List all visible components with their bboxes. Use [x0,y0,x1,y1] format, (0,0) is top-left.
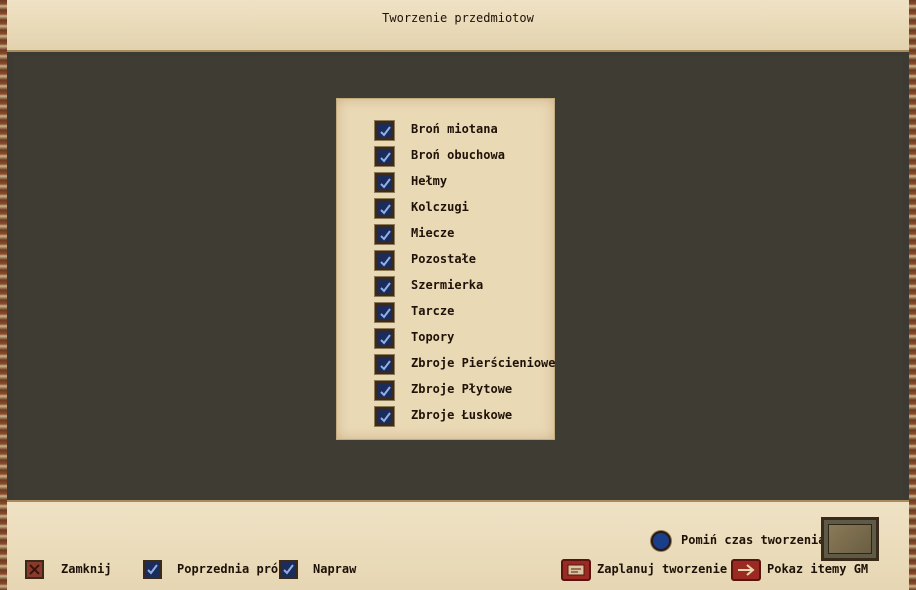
show-gm-items-button[interactable] [731,559,761,581]
close-button[interactable] [25,560,44,579]
check-icon [380,126,391,137]
right-ornament-border [909,0,916,590]
category-label: Zbroje Pierścieniowe [411,356,556,370]
category-label: Broń miotana [411,122,498,136]
category-checkbox[interactable] [375,147,394,166]
repair-checkbox[interactable] [279,560,298,579]
category-checkbox[interactable] [375,199,394,218]
category-checkbox[interactable] [375,407,394,426]
category-checkbox[interactable] [375,173,394,192]
skip-time-toggle[interactable] [651,531,671,551]
category-label: Broń obuchowa [411,148,505,162]
category-label: Hełmy [411,174,448,188]
close-icon [29,564,40,575]
check-icon [380,230,391,241]
category-item[interactable]: Miecze [375,224,550,244]
check-icon [380,412,391,423]
category-checkbox[interactable] [375,225,394,244]
check-icon [380,256,391,267]
repair-label: Napraw [313,562,357,576]
schedule-craft-button[interactable] [561,559,591,581]
arrow-icon [738,564,755,576]
crate-icon [828,524,872,554]
category-item[interactable]: Zbroje Płytowe [375,380,550,400]
item-preview-slot[interactable] [821,517,879,561]
check-icon [380,204,391,215]
category-item[interactable]: Zbroje Pierścieniowe [375,354,556,374]
category-item[interactable]: Broń obuchowa [375,146,550,166]
category-list: Broń miotana Broń obuchowa Hełmy Kolczugi Mi… [336,98,556,440]
category-checkbox[interactable] [375,251,394,270]
title-bar: Tworzenie przedmiotow [7,0,909,52]
skip-time-label: Pomiń czas tworzenia [681,533,826,547]
left-ornament-border [0,0,7,590]
category-item[interactable]: Topory [375,328,550,348]
close-label: Zamknij [61,562,112,576]
category-checkbox[interactable] [375,329,394,348]
check-icon [380,386,391,397]
check-icon [380,334,391,345]
previous-attempt-checkbox[interactable] [143,560,162,579]
category-label: Kolczugi [411,200,469,214]
check-icon [283,564,294,575]
show-gm-items-label: Pokaz itemy GM [767,562,869,576]
check-icon [380,308,391,319]
crafting-window: Tworzenie przedmiotow Broń miotana Broń o… [0,0,916,590]
category-checkbox[interactable] [375,121,394,140]
category-label: Szermierka [411,278,484,292]
category-item[interactable]: Tarcze [375,302,550,322]
category-checkbox[interactable] [375,303,394,322]
scroll-icon [567,564,585,576]
category-checkbox[interactable] [375,381,394,400]
check-icon [380,178,391,189]
category-label: Miecze [411,226,455,240]
window-title: Tworzenie przedmiotow [382,11,534,25]
category-item[interactable]: Hełmy [375,172,550,192]
footer-bar: Zamknij Poprzednia próba Napraw Pomiń cz… [7,500,909,590]
category-item[interactable]: Pozostałe [375,250,550,270]
category-item[interactable]: Zbroje Łuskowe [375,406,550,426]
category-item[interactable]: Kolczugi [375,198,550,218]
category-label: Tarcze [411,304,455,318]
previous-attempt-label: Poprzednia próba [177,562,293,576]
category-checkbox[interactable] [375,355,394,374]
check-icon [380,152,391,163]
check-icon [147,564,158,575]
category-label: Zbroje Łuskowe [411,408,513,422]
schedule-craft-label: Zaplanuj tworzenie [597,562,728,576]
category-checkbox[interactable] [375,277,394,296]
category-label: Pozostałe [411,252,477,266]
check-icon [380,360,391,371]
category-label: Zbroje Płytowe [411,382,513,396]
category-label: Topory [411,330,455,344]
category-item[interactable]: Szermierka [375,276,550,296]
category-item[interactable]: Broń miotana [375,120,550,140]
check-icon [380,282,391,293]
